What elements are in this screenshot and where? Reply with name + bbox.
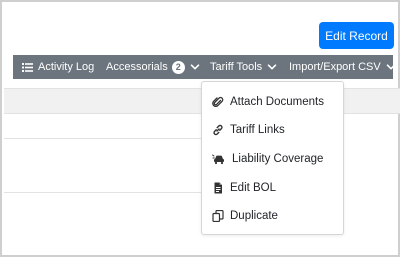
tariff-links-label: Tariff Links: [230, 124, 285, 136]
tariff-tools-dropdown[interactable]: Tariff Tools: [210, 55, 277, 79]
row-divider: [4, 138, 204, 139]
accessorials-dropdown[interactable]: Accessorials 2: [106, 55, 200, 79]
liability-coverage-label: Liability Coverage: [232, 153, 324, 165]
row-divider: [4, 192, 204, 193]
chevron-down-icon: [190, 62, 200, 72]
edit-bol-label: Edit BOL: [230, 182, 277, 194]
attach-documents-menu-item[interactable]: Attach Documents: [212, 92, 324, 112]
chevron-down-icon: [267, 62, 277, 72]
duplicate-label: Duplicate: [230, 210, 278, 222]
edit-bol-menu-item[interactable]: Edit BOL: [212, 178, 276, 198]
accessorials-count-badge: 2: [171, 60, 185, 74]
tariff-tools-label: Tariff Tools: [210, 61, 263, 73]
import-export-csv-label: Import/Export CSV: [289, 61, 381, 73]
link-icon: [212, 124, 224, 136]
attach-documents-label: Attach Documents: [230, 96, 324, 108]
chevron-down-icon: [386, 62, 396, 72]
paperclip-icon: [212, 96, 224, 108]
activity-log-label: Activity Log: [38, 61, 95, 73]
copy-icon: [212, 210, 224, 222]
duplicate-menu-item[interactable]: Duplicate: [212, 206, 278, 226]
file-icon: [212, 182, 224, 194]
tariff-links-menu-item[interactable]: Tariff Links: [212, 120, 285, 140]
tariff-tools-menu: Attach Documents Tariff Links Liability …: [201, 81, 344, 235]
car-crash-icon: [212, 153, 226, 165]
accessorials-label: Accessorials: [106, 61, 168, 73]
action-toolbar: Activity Log Accessorials 2 Tariff Tools…: [13, 55, 396, 79]
activity-log-button[interactable]: Activity Log: [22, 55, 94, 79]
edit-record-button[interactable]: Edit Record: [319, 22, 394, 49]
import-export-csv-dropdown[interactable]: Import/Export CSV: [289, 55, 396, 79]
liability-coverage-menu-item[interactable]: Liability Coverage: [212, 149, 323, 169]
window-frame: Edit Record Activity Log Accessorials 2: [0, 0, 400, 257]
list-icon: [22, 62, 33, 73]
